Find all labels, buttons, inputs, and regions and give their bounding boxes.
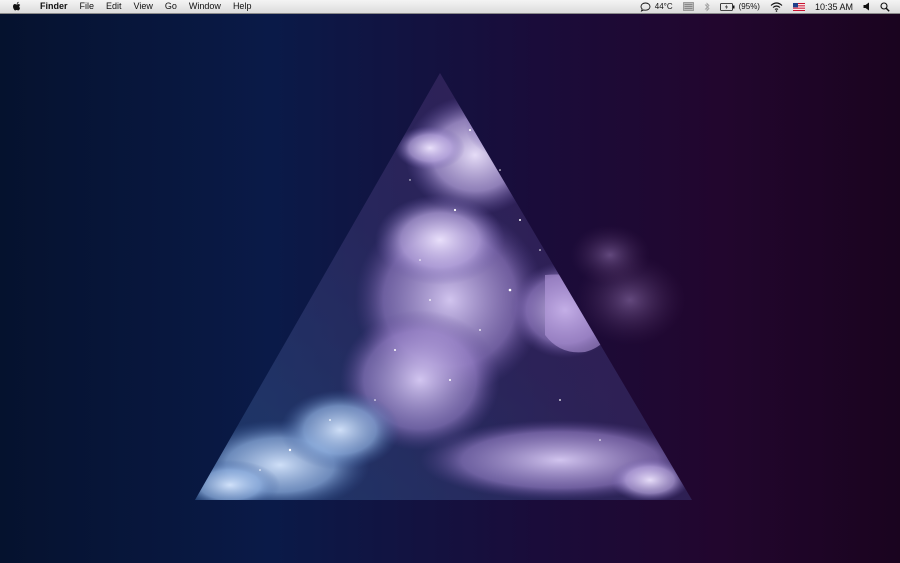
speech-bubble-icon	[640, 2, 651, 12]
wifi-status[interactable]	[770, 0, 783, 13]
menu-bar: Finder File Edit View Go Window Help 44°…	[0, 0, 900, 14]
spotlight-status[interactable]	[880, 0, 890, 13]
menu-finder[interactable]: Finder	[34, 0, 74, 13]
menu-go[interactable]: Go	[159, 0, 183, 13]
clock[interactable]: 10:35 AM	[815, 0, 853, 13]
menu-help[interactable]: Help	[227, 0, 258, 13]
input-source-status[interactable]	[792, 0, 805, 13]
menu-view[interactable]: View	[128, 0, 159, 13]
volume-icon	[863, 2, 869, 11]
battery-percent: (95%)	[738, 2, 760, 11]
apple-logo-icon[interactable]	[12, 1, 22, 12]
us-flag-icon	[792, 2, 805, 11]
menu-edit[interactable]: Edit	[100, 0, 128, 13]
wifi-icon	[770, 1, 783, 12]
menu-extra[interactable]	[682, 0, 694, 13]
temperature-status[interactable]: 44°C	[640, 0, 673, 13]
menu-window[interactable]: Window	[183, 0, 227, 13]
volume-status[interactable]	[863, 0, 870, 13]
battery-status[interactable]: (95%)	[719, 0, 760, 13]
spotlight-search-icon	[880, 1, 890, 12]
bluetooth-icon	[704, 2, 710, 11]
menu-extra-icon	[682, 2, 694, 11]
menu-file[interactable]: File	[74, 0, 101, 13]
desktop[interactable]: Finder File Edit View Go Window Help 44°…	[0, 0, 900, 563]
temperature-value: 44°C	[654, 2, 673, 11]
battery-icon	[719, 2, 735, 11]
wallpaper-image	[195, 73, 692, 500]
bluetooth-status[interactable]	[704, 0, 710, 13]
